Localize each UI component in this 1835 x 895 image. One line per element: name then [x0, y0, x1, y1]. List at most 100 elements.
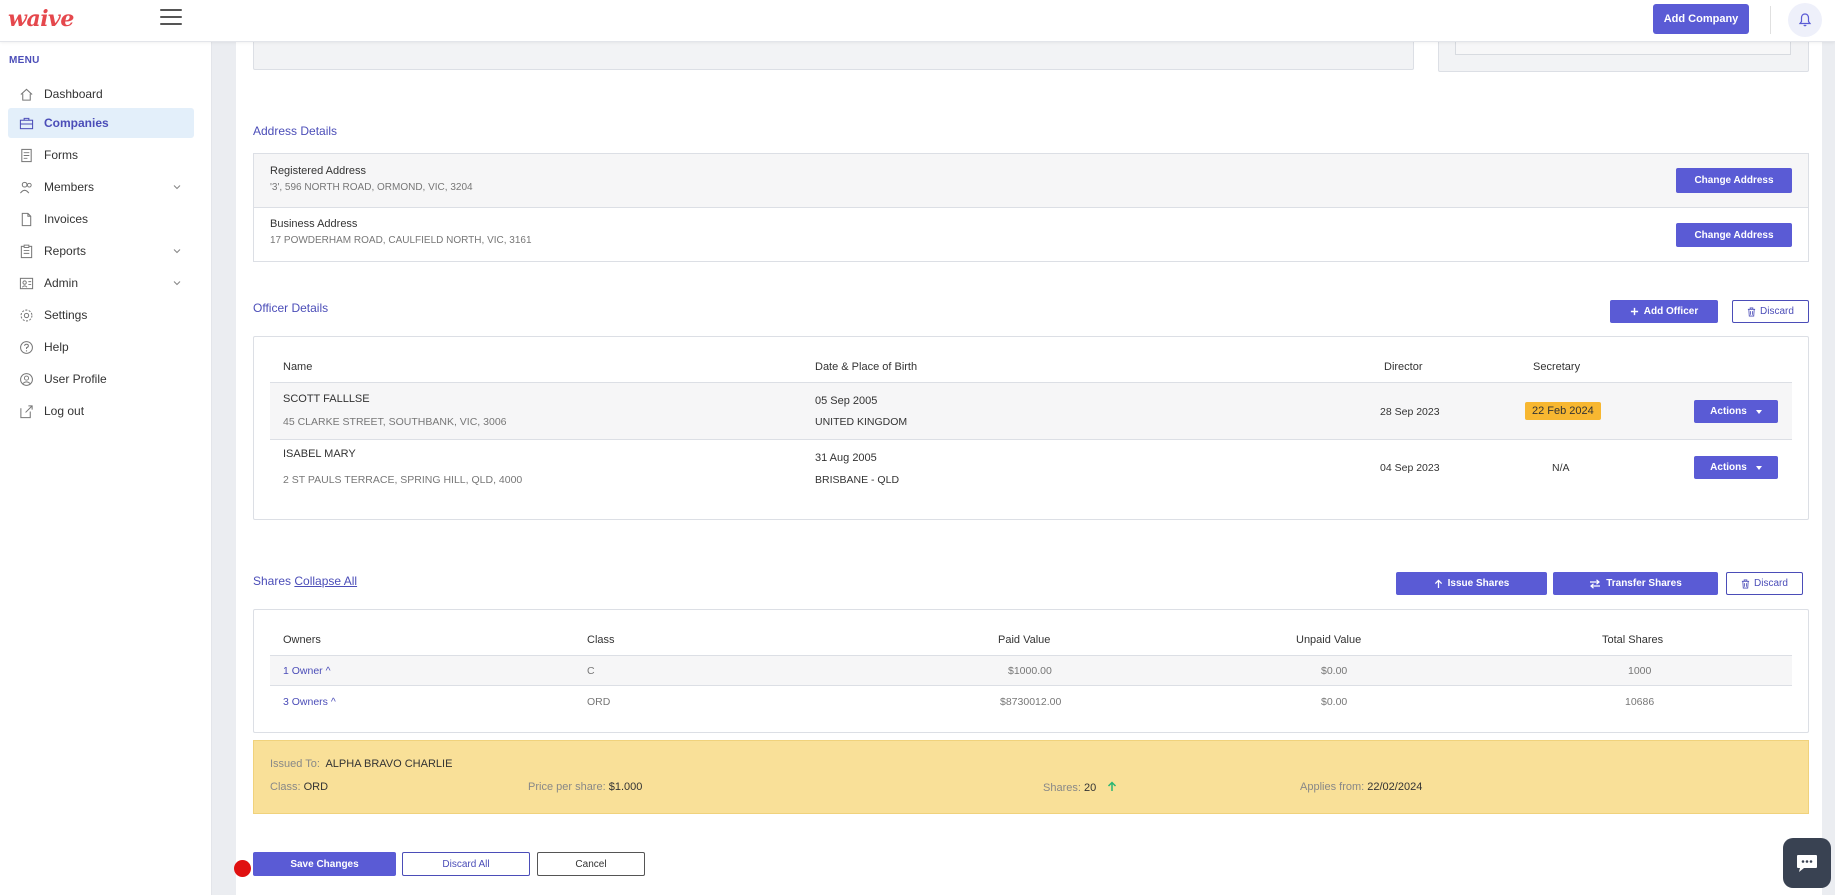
user-circle-icon: [18, 371, 34, 387]
top-bar: waive Add Company: [0, 0, 1835, 42]
share-unpaid-value: $0.00: [1321, 696, 1348, 708]
save-changes-button[interactable]: Save Changes: [253, 852, 396, 876]
row-divider: [270, 685, 1792, 686]
issued-price: Price per share: $1.000: [528, 781, 642, 793]
secretary-date-badge: 22 Feb 2024: [1525, 402, 1601, 420]
registered-address-row: Registered Address '3', 596 NORTH ROAD, …: [253, 153, 1809, 208]
shares-header-paid: Paid Value: [998, 634, 1051, 646]
officer-actions-button[interactable]: Actions: [1694, 400, 1778, 423]
share-total: 1000: [1628, 665, 1652, 677]
arrow-up-green-icon: [1108, 781, 1117, 791]
share-class: C: [587, 665, 595, 677]
shares-value: 20: [1083, 782, 1097, 794]
sidebar-item-members[interactable]: Members: [8, 172, 194, 202]
chevron-down-icon[interactable]: [172, 181, 182, 195]
hamburger-menu-icon[interactable]: [160, 9, 182, 25]
sidebar-item-label: Companies: [44, 116, 109, 130]
cancel-button[interactable]: Cancel: [537, 852, 645, 876]
actions-label: Actions: [1710, 406, 1747, 417]
owners-toggle-link[interactable]: 1 Owner ^: [283, 665, 331, 677]
share-paid-value: $8730012.00: [1000, 696, 1062, 708]
help-icon: [18, 339, 34, 355]
share-class: ORD: [587, 696, 611, 708]
transfer-shares-button[interactable]: Transfer Shares: [1553, 572, 1718, 595]
sidebar-item-label: Forms: [44, 148, 78, 162]
change-registered-address-button[interactable]: Change Address: [1676, 168, 1792, 193]
sidebar-item-user-profile[interactable]: User Profile: [8, 364, 194, 394]
officer-director-date: 28 Sep 2023: [1380, 406, 1440, 418]
add-officer-label: Add Officer: [1643, 306, 1699, 317]
sidebar-item-dashboard[interactable]: Dashboard: [8, 79, 194, 109]
sidebar-item-label: Reports: [44, 244, 87, 258]
officer-discard-label: Discard: [1760, 306, 1794, 317]
logout-icon: [18, 403, 34, 419]
issued-class: Class: ORD: [270, 781, 328, 793]
sidebar-item-label: Dashboard: [44, 87, 103, 101]
share-unpaid-value: $0.00: [1321, 665, 1348, 677]
actions-label: Actions: [1710, 462, 1747, 473]
officer-header-secretary: Secretary: [1533, 361, 1581, 373]
chat-widget-icon[interactable]: [1783, 838, 1831, 888]
shares-header-unpaid: Unpaid Value: [1296, 634, 1362, 646]
officer-pob: BRISBANE - QLD: [815, 474, 900, 486]
officer-name: ISABEL MARY: [283, 448, 356, 460]
add-officer-button[interactable]: Add Officer: [1610, 300, 1718, 323]
sidebar-item-label: Admin: [44, 276, 79, 290]
officer-director-date: 04 Sep 2023: [1380, 462, 1440, 474]
issued-to: Issued To: ALPHA BRAVO CHARLIE: [270, 758, 452, 770]
shares-header-class: Class: [587, 634, 615, 646]
officer-name: SCOTT FALLLSE: [283, 393, 370, 405]
business-address-row: Business Address 17 POWDERHAM ROAD, CAUL…: [253, 207, 1809, 262]
change-business-address-button[interactable]: Change Address: [1676, 223, 1792, 247]
chevron-down-icon[interactable]: [172, 245, 182, 259]
sidebar-item-label: Settings: [44, 308, 88, 322]
chevron-down-icon[interactable]: [172, 277, 182, 291]
issued-to-value: ALPHA BRAVO CHARLIE: [325, 758, 453, 770]
price-label: Price per share:: [528, 781, 606, 793]
sidebar-item-label: Invoices: [44, 212, 89, 226]
arrow-up-icon: [1434, 579, 1442, 588]
sidebar-item-reports[interactable]: Reports: [8, 236, 194, 266]
sidebar-item-companies[interactable]: Companies: [8, 108, 194, 138]
class-label: Class:: [270, 781, 301, 793]
shares-discard-label: Discard: [1754, 578, 1788, 589]
discard-all-button[interactable]: Discard All: [402, 852, 530, 876]
caret-down-icon: [1755, 409, 1762, 414]
sidebar-item-invoices[interactable]: Invoices: [8, 204, 194, 234]
collapse-all-link[interactable]: Collapse All: [294, 574, 357, 588]
row-divider: [270, 439, 1792, 440]
sidebar-item-forms[interactable]: Forms: [8, 140, 194, 170]
issued-shares: Shares: 20: [1043, 781, 1117, 794]
shares-label: Shares:: [1043, 782, 1081, 794]
shares-header-owners: Owners: [283, 634, 321, 646]
officer-discard-button[interactable]: Discard: [1732, 300, 1809, 323]
owners-toggle-link[interactable]: 3 Owners ^: [283, 696, 336, 708]
officer-actions-button[interactable]: Actions: [1694, 456, 1778, 479]
sidebar-item-admin[interactable]: Admin: [8, 268, 194, 298]
file-icon: [18, 211, 34, 227]
menu-title: MENU: [9, 55, 40, 66]
issue-shares-label: Issue Shares: [1447, 578, 1510, 589]
registered-address-title: Registered Address: [270, 165, 366, 177]
app-logo[interactable]: waive: [8, 6, 74, 32]
shares-discard-button[interactable]: Discard: [1726, 572, 1803, 595]
sidebar-item-settings[interactable]: Settings: [8, 300, 194, 330]
sidebar: MENU Dashboard Companies Forms Members I…: [0, 42, 212, 895]
shares-title: Shares Collapse All: [253, 574, 357, 588]
business-address-title: Business Address: [270, 218, 358, 230]
plus-icon: [1630, 307, 1638, 316]
shares-header-total: Total Shares: [1602, 634, 1664, 646]
notifications-bell-icon[interactable]: [1788, 3, 1822, 37]
sidebar-item-log-out[interactable]: Log out: [8, 396, 194, 426]
sidebar-item-help[interactable]: Help: [8, 332, 194, 362]
officer-dob: 05 Sep 2005: [815, 395, 878, 407]
clipboard-icon: [18, 243, 34, 259]
applies-value: 22/02/2024: [1367, 781, 1423, 793]
issue-shares-button[interactable]: Issue Shares: [1396, 572, 1547, 595]
caret-down-icon: [1755, 465, 1762, 470]
add-company-button[interactable]: Add Company: [1653, 4, 1749, 34]
officer-header-name: Name: [283, 361, 313, 373]
address-details-title: Address Details: [253, 124, 338, 138]
transfer-icon: [1590, 578, 1601, 589]
sidebar-item-label: User Profile: [44, 372, 107, 386]
